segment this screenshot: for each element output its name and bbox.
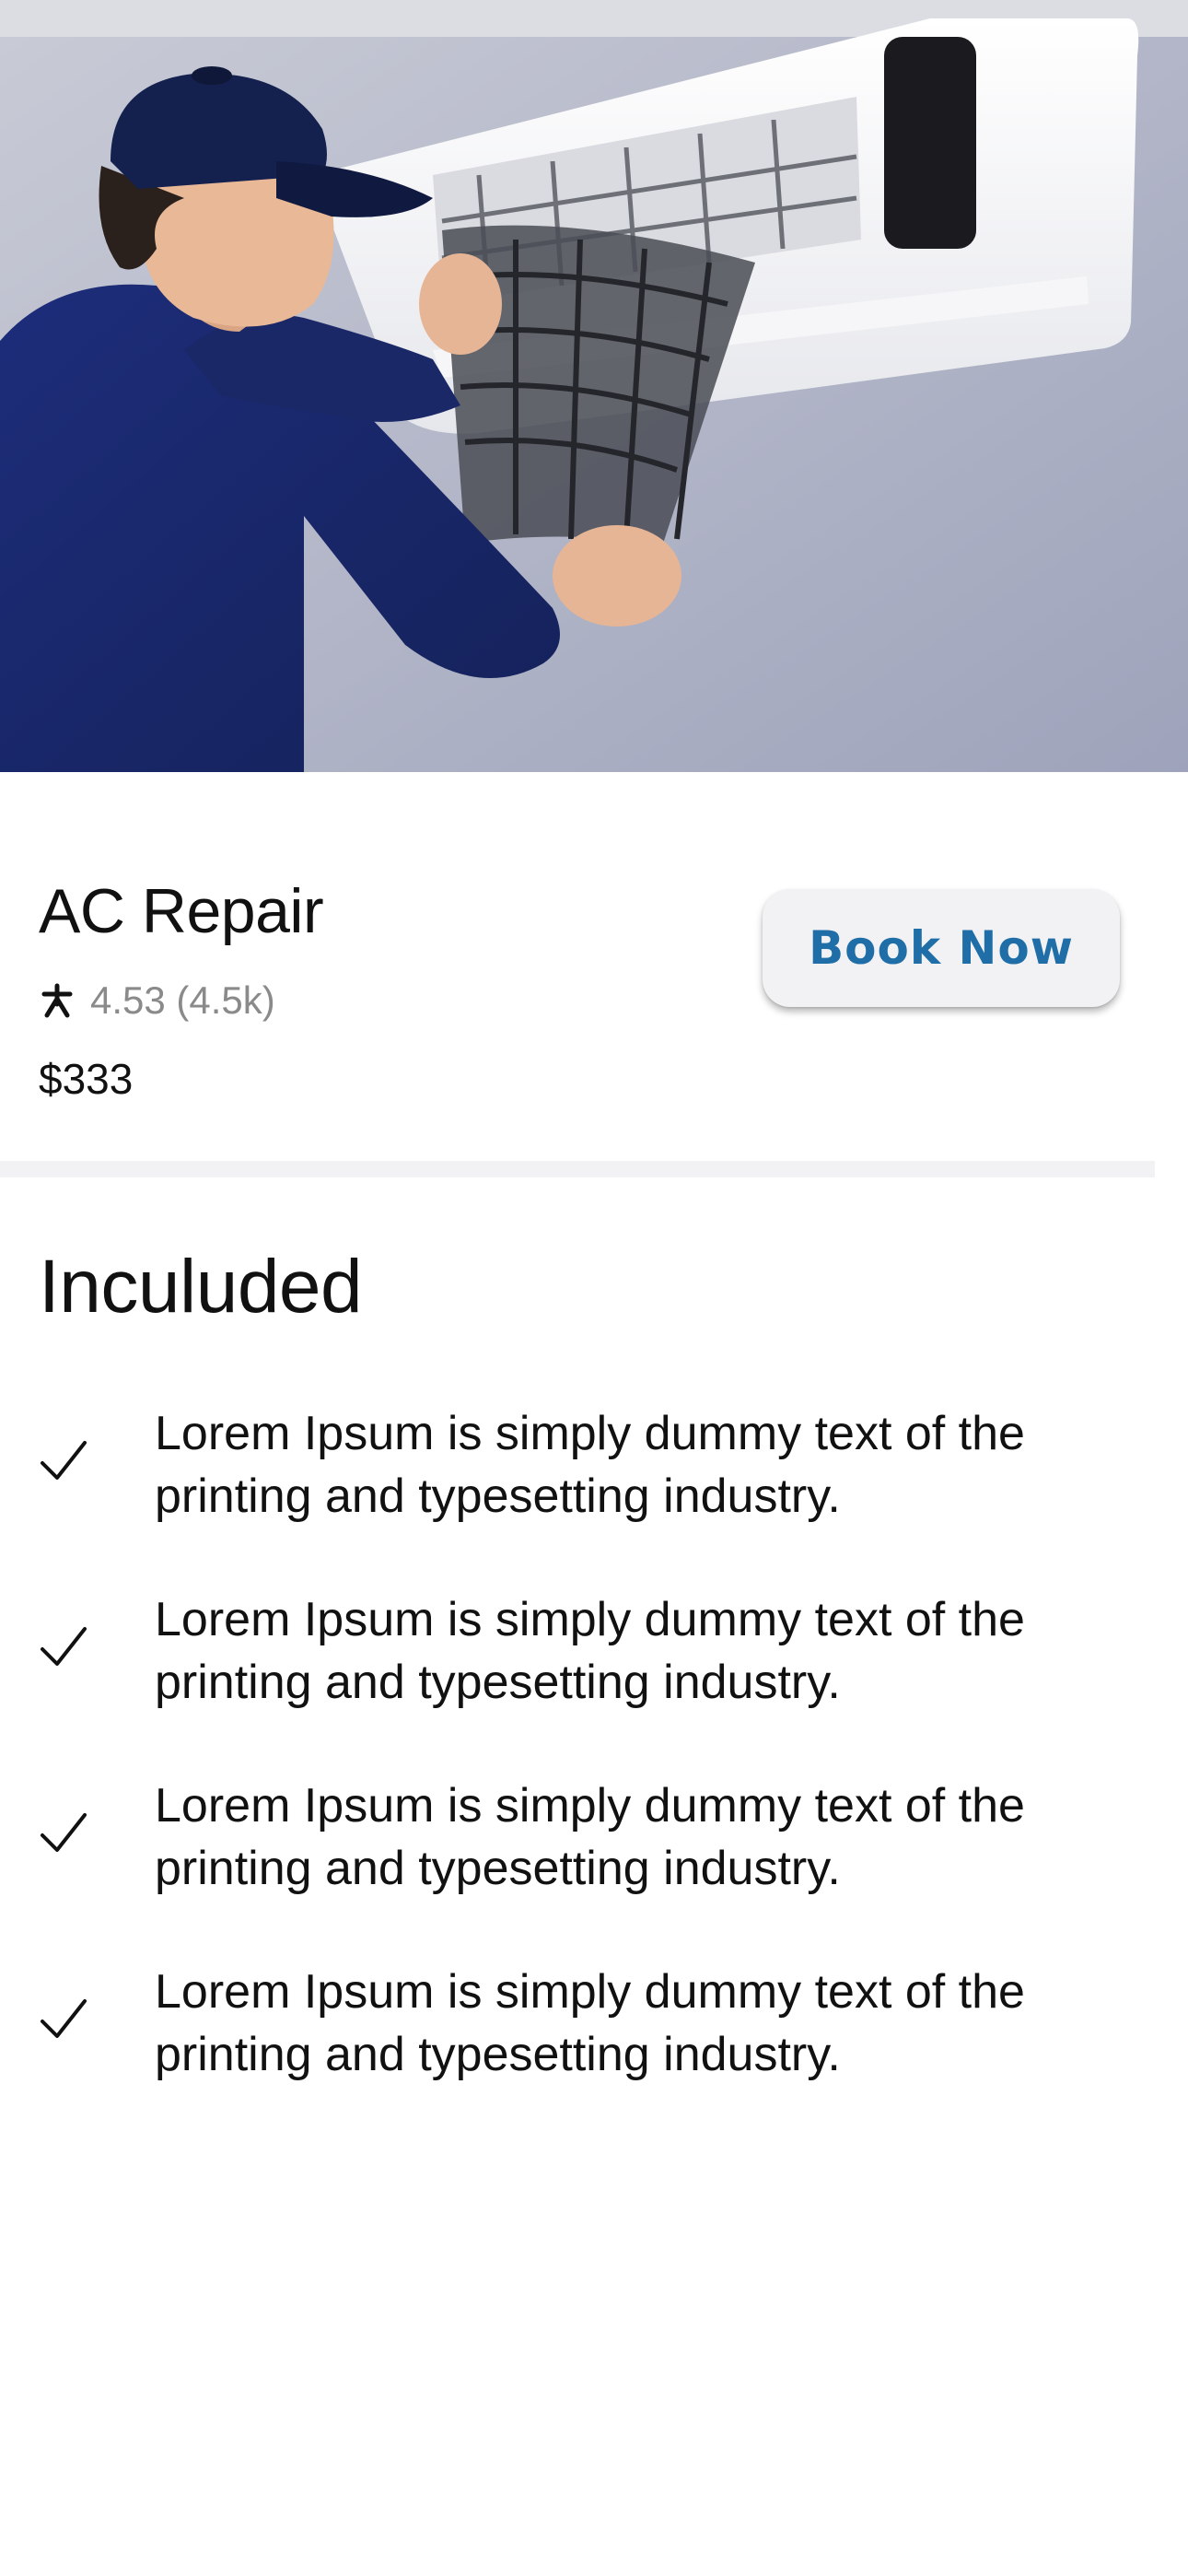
checkmark-icon <box>37 1620 90 1673</box>
book-now-button[interactable]: Book Now <box>763 889 1120 1007</box>
included-item: Lorem Ipsum is simply dummy text of the … <box>0 1402 1188 1550</box>
included-item: Lorem Ipsum is simply dummy text of the … <box>0 1961 1188 2108</box>
included-item: Lorem Ipsum is simply dummy text of the … <box>0 1774 1188 1922</box>
checkmark-icon <box>37 1806 90 1859</box>
included-heading: Inculuded <box>39 1245 363 1329</box>
star-icon <box>39 982 76 1019</box>
service-detail-screen: AC Repair 4.53 (4.5k) $333 Book Now Incu… <box>0 0 1188 2576</box>
included-item-text: Lorem Ipsum is simply dummy text of the … <box>155 1593 1025 1709</box>
included-item-text: Lorem Ipsum is simply dummy text of the … <box>155 1779 1025 1895</box>
service-title: AC Repair <box>39 876 324 946</box>
rating-row: 4.53 (4.5k) <box>39 978 275 1023</box>
hero-image <box>0 0 1188 772</box>
included-item: Lorem Ipsum is simply dummy text of the … <box>0 1588 1188 1736</box>
checkmark-icon <box>37 1992 90 2045</box>
included-item-text: Lorem Ipsum is simply dummy text of the … <box>155 1965 1025 2081</box>
service-price: $333 <box>39 1055 134 1103</box>
checkmark-icon <box>37 1434 90 1487</box>
section-divider <box>0 1161 1155 1177</box>
included-item-text: Lorem Ipsum is simply dummy text of the … <box>155 1407 1025 1523</box>
rating-value: 4.53 (4.5k) <box>90 978 275 1022</box>
